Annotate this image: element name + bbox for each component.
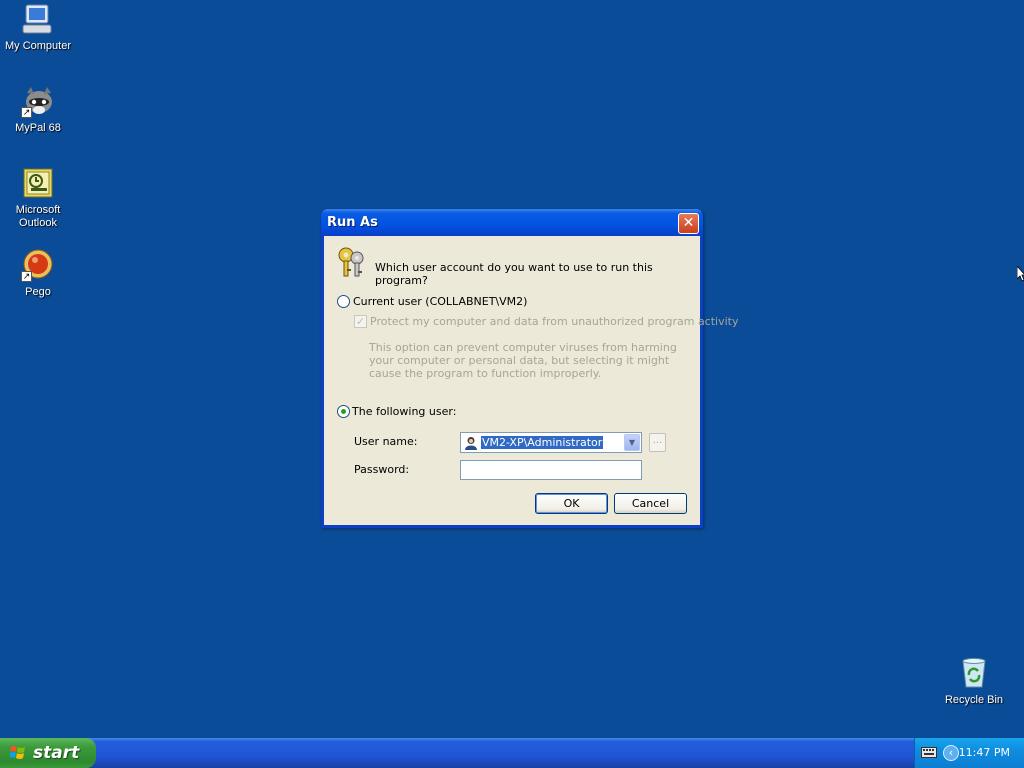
pego-icon: ↗	[21, 248, 55, 282]
dialog-content: Which user account do you want to use to…	[324, 236, 738, 525]
browse-button[interactable]: ...	[649, 433, 666, 452]
ok-button[interactable]: OK	[535, 493, 608, 514]
following-user-radio[interactable]	[337, 405, 350, 418]
dialog-question: Which user account do you want to use to…	[375, 261, 653, 287]
recycle-bin-icon	[957, 656, 991, 690]
shortcut-arrow-icon: ↗	[21, 107, 32, 118]
desktop-icon-label: My Computer	[4, 40, 72, 52]
username-combobox[interactable]: VM2-XP\Administrator ▼	[460, 432, 642, 453]
close-icon: ✕	[682, 215, 695, 231]
dialog-titlebar[interactable]: Run As ✕	[321, 209, 703, 236]
desktop-icon-label: Pego	[25, 286, 51, 298]
user-icon	[465, 437, 477, 450]
run-as-dialog: Run As ✕ Which user account do you want …	[321, 209, 738, 528]
current-user-radio[interactable]	[337, 295, 350, 308]
start-label: start	[33, 743, 80, 763]
outlook-icon	[21, 166, 55, 200]
my-computer-icon	[21, 2, 55, 36]
desktop-icon-recycle-bin[interactable]: Recycle Bin	[936, 656, 1012, 707]
following-user-label[interactable]: The following user:	[352, 405, 456, 418]
protect-checkbox[interactable]: ✓	[354, 315, 367, 328]
password-field[interactable]	[460, 460, 642, 480]
desktop-icon-mypal[interactable]: ↗ MyPal 68	[0, 84, 76, 135]
shortcut-arrow-icon: ↗	[21, 271, 32, 282]
protect-checkbox-label: Protect my computer and data from unauth…	[370, 315, 739, 328]
clock[interactable]: 11:47 PM	[959, 746, 1010, 759]
start-button[interactable]: start	[0, 738, 96, 768]
desktop-icon-pego[interactable]: ↗ Pego	[0, 248, 76, 299]
current-user-label[interactable]: Current user (COLLABNET\VM2)	[353, 295, 527, 308]
keyboard-icon[interactable]	[921, 747, 937, 758]
mouse-cursor-icon	[1017, 266, 1024, 282]
username-value: VM2-XP\Administrator	[481, 436, 604, 449]
chevron-down-icon[interactable]: ▼	[624, 434, 640, 451]
password-label: Password:	[354, 463, 410, 476]
desktop-icon-label: MyPal 68	[15, 122, 61, 134]
cancel-button[interactable]: Cancel	[614, 493, 687, 514]
mypal-raccoon-icon: ↗	[21, 84, 55, 118]
dialog-title: Run As	[327, 215, 378, 230]
taskbar: start ‹ 11:47 PM	[0, 738, 1024, 768]
browse-button-label: ...	[652, 435, 663, 446]
keys-icon	[338, 247, 364, 277]
protect-description: This option can prevent computer viruses…	[369, 341, 677, 380]
desktop-icon-my-computer[interactable]: My Computer	[0, 2, 76, 53]
username-label: User name:	[354, 435, 418, 448]
desktop-icon-label: Recycle Bin	[944, 694, 1004, 706]
show-hidden-icons-chevron-icon[interactable]: ‹	[943, 745, 959, 761]
close-button[interactable]: ✕	[678, 213, 699, 234]
windows-logo-icon	[10, 746, 25, 759]
system-tray: ‹ 11:47 PM	[914, 738, 1024, 768]
desktop-icon-label: Microsoft Outlook	[15, 204, 61, 229]
desktop-icon-outlook[interactable]: Microsoft Outlook	[0, 166, 76, 230]
